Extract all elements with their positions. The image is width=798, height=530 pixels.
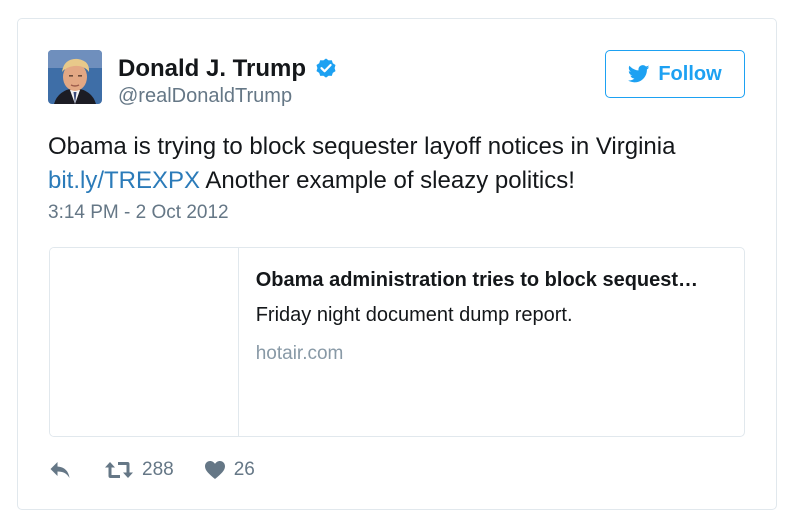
tweet-text: Obama is trying to block sequester layof…	[48, 130, 738, 198]
retweet-icon	[105, 462, 133, 478]
like-button[interactable]: 26	[204, 459, 255, 481]
follow-label: Follow	[658, 62, 722, 85]
tweet-timestamp[interactable]: 3:14 PM - 2 Oct 2012	[48, 202, 229, 224]
retweet-button[interactable]: 288	[104, 459, 174, 481]
avatar-image	[48, 50, 102, 104]
user-handle[interactable]: @realDonaldTrump	[118, 85, 292, 108]
like-count: 26	[233, 459, 255, 480]
retweet-count: 288	[142, 459, 174, 480]
tweet-actions: 288 26	[48, 459, 255, 481]
link-preview-domain: hotair.com	[255, 343, 344, 364]
avatar[interactable]	[48, 50, 102, 104]
link-preview-body: Obama administration tries to block sequ…	[239, 248, 744, 436]
reply-icon	[50, 462, 70, 478]
tweet-text-part1: Obama is trying to block sequester layof…	[48, 133, 676, 160]
verified-badge-icon	[314, 57, 338, 81]
user-name[interactable]: Donald J. Trump	[118, 55, 306, 83]
link-preview-description: Friday night document dump report.	[255, 304, 573, 326]
link-preview-card[interactable]: Obama administration tries to block sequ…	[49, 247, 745, 437]
tweet-link[interactable]: bit.ly/TREXPX	[48, 167, 200, 194]
tweet-card: Donald J. Trump @realDonaldTrump Follow …	[17, 18, 777, 510]
reply-button[interactable]	[48, 460, 72, 480]
tweet-text-part2: Another example of sleazy politics!	[200, 167, 575, 194]
link-preview-title: Obama administration tries to block sequ…	[255, 269, 699, 291]
user-name-row[interactable]: Donald J. Trump	[118, 55, 338, 83]
heart-icon	[204, 461, 225, 479]
link-preview-thumbnail	[50, 248, 239, 436]
twitter-bird-icon	[628, 65, 650, 83]
follow-button[interactable]: Follow	[605, 50, 745, 98]
